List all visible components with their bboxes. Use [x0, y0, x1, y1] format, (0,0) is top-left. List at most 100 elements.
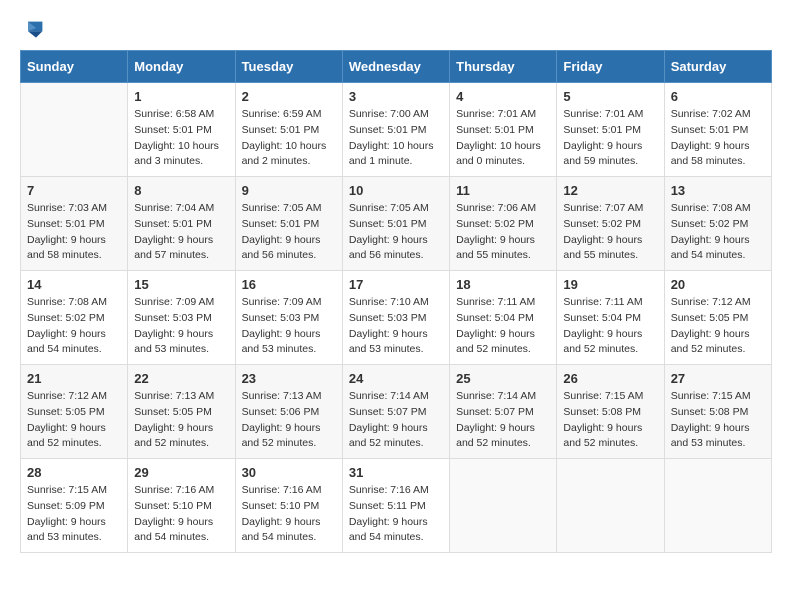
day-number: 21	[27, 371, 121, 386]
day-number: 23	[242, 371, 336, 386]
calendar-cell: 17Sunrise: 7:10 AMSunset: 5:03 PMDayligh…	[342, 271, 449, 365]
day-info: Sunrise: 7:04 AMSunset: 5:01 PMDaylight:…	[134, 201, 228, 264]
calendar-cell: 14Sunrise: 7:08 AMSunset: 5:02 PMDayligh…	[21, 271, 128, 365]
calendar-cell: 29Sunrise: 7:16 AMSunset: 5:10 PMDayligh…	[128, 459, 235, 553]
day-info: Sunrise: 7:11 AMSunset: 5:04 PMDaylight:…	[456, 295, 550, 358]
calendar-cell: 6 Sunrise: 7:02 AMSunset: 5:01 PMDaylight…	[664, 83, 771, 177]
calendar-cell: 26 Sunrise: 7:15 AMSunset: 5:08 PMDayligh…	[557, 365, 664, 459]
day-number: 12	[563, 183, 657, 198]
calendar-cell: 15 Sunrise: 7:09 AMSunset: 5:03 PMDayligh…	[128, 271, 235, 365]
day-number: 15	[134, 277, 228, 292]
calendar-header-row: SundayMondayTuesdayWednesdayThursdayFrid…	[21, 51, 772, 83]
day-number: 9	[242, 183, 336, 198]
day-info: Sunrise: 7:15 AMSunset: 5:09 PMDaylight:…	[27, 483, 121, 546]
column-header-wednesday: Wednesday	[342, 51, 449, 83]
day-info: Sunrise: 7:16 AMSunset: 5:11 PMDaylight:…	[349, 483, 443, 546]
day-info: Sunrise: 7:16 AMSunset: 5:10 PMDaylight:…	[134, 483, 228, 546]
calendar-week-row: 1 Sunrise: 6:58 AMSunset: 5:01 PMDaylight…	[21, 83, 772, 177]
calendar-cell: 30Sunrise: 7:16 AMSunset: 5:10 PMDayligh…	[235, 459, 342, 553]
day-number: 22	[134, 371, 228, 386]
day-number: 8	[134, 183, 228, 198]
column-header-saturday: Saturday	[664, 51, 771, 83]
day-info: Sunrise: 7:01 AMSunset: 5:01 PMDaylight:…	[563, 107, 657, 170]
column-header-thursday: Thursday	[450, 51, 557, 83]
day-info: Sunrise: 7:07 AMSunset: 5:02 PMDaylight:…	[563, 201, 657, 264]
calendar-week-row: 7 Sunrise: 7:03 AMSunset: 5:01 PMDaylight…	[21, 177, 772, 271]
calendar-cell	[450, 459, 557, 553]
day-number: 28	[27, 465, 121, 480]
day-number: 4	[456, 89, 550, 104]
calendar-cell: 13 Sunrise: 7:08 AMSunset: 5:02 PMDayligh…	[664, 177, 771, 271]
day-info: Sunrise: 7:15 AMSunset: 5:08 PMDaylight:…	[671, 389, 765, 452]
calendar-table: SundayMondayTuesdayWednesdayThursdayFrid…	[20, 50, 772, 553]
calendar-cell: 21 Sunrise: 7:12 AMSunset: 5:05 PMDayligh…	[21, 365, 128, 459]
day-info: Sunrise: 7:01 AMSunset: 5:01 PMDaylight:…	[456, 107, 550, 170]
day-number: 31	[349, 465, 443, 480]
calendar-cell: 22 Sunrise: 7:13 AMSunset: 5:05 PMDayligh…	[128, 365, 235, 459]
logo	[20, 20, 48, 40]
day-info: Sunrise: 7:06 AMSunset: 5:02 PMDaylight:…	[456, 201, 550, 264]
day-info: Sunrise: 6:58 AMSunset: 5:01 PMDaylight:…	[134, 107, 228, 170]
day-info: Sunrise: 7:05 AMSunset: 5:01 PMDaylight:…	[242, 201, 336, 264]
day-number: 24	[349, 371, 443, 386]
day-number: 16	[242, 277, 336, 292]
day-info: Sunrise: 6:59 AMSunset: 5:01 PMDaylight:…	[242, 107, 336, 170]
day-number: 14	[27, 277, 121, 292]
calendar-cell: 1 Sunrise: 6:58 AMSunset: 5:01 PMDaylight…	[128, 83, 235, 177]
calendar-cell: 10 Sunrise: 7:05 AMSunset: 5:01 PMDayligh…	[342, 177, 449, 271]
calendar-week-row: 28 Sunrise: 7:15 AMSunset: 5:09 PMDayligh…	[21, 459, 772, 553]
calendar-cell: 9 Sunrise: 7:05 AMSunset: 5:01 PMDaylight…	[235, 177, 342, 271]
calendar-cell	[557, 459, 664, 553]
calendar-cell	[21, 83, 128, 177]
day-number: 11	[456, 183, 550, 198]
day-info: Sunrise: 7:03 AMSunset: 5:01 PMDaylight:…	[27, 201, 121, 264]
day-number: 7	[27, 183, 121, 198]
calendar-cell: 19 Sunrise: 7:11 AMSunset: 5:04 PMDayligh…	[557, 271, 664, 365]
day-number: 17	[349, 277, 443, 292]
day-info: Sunrise: 7:12 AMSunset: 5:05 PMDaylight:…	[671, 295, 765, 358]
day-number: 3	[349, 89, 443, 104]
day-number: 26	[563, 371, 657, 386]
day-number: 1	[134, 89, 228, 104]
day-info: Sunrise: 7:14 AMSunset: 5:07 PMDaylight:…	[456, 389, 550, 452]
day-info: Sunrise: 7:12 AMSunset: 5:05 PMDaylight:…	[27, 389, 121, 452]
calendar-cell: 8 Sunrise: 7:04 AMSunset: 5:01 PMDaylight…	[128, 177, 235, 271]
day-number: 6	[671, 89, 765, 104]
day-info: Sunrise: 7:11 AMSunset: 5:04 PMDaylight:…	[563, 295, 657, 358]
day-info: Sunrise: 7:15 AMSunset: 5:08 PMDaylight:…	[563, 389, 657, 452]
day-number: 27	[671, 371, 765, 386]
day-number: 2	[242, 89, 336, 104]
day-number: 30	[242, 465, 336, 480]
day-number: 5	[563, 89, 657, 104]
calendar-cell: 24 Sunrise: 7:14 AMSunset: 5:07 PMDayligh…	[342, 365, 449, 459]
calendar-cell: 28 Sunrise: 7:15 AMSunset: 5:09 PMDayligh…	[21, 459, 128, 553]
calendar-cell: 4 Sunrise: 7:01 AMSunset: 5:01 PMDaylight…	[450, 83, 557, 177]
day-info: Sunrise: 7:05 AMSunset: 5:01 PMDaylight:…	[349, 201, 443, 264]
day-number: 19	[563, 277, 657, 292]
calendar-cell: 2 Sunrise: 6:59 AMSunset: 5:01 PMDaylight…	[235, 83, 342, 177]
day-info: Sunrise: 7:13 AMSunset: 5:06 PMDaylight:…	[242, 389, 336, 452]
day-number: 13	[671, 183, 765, 198]
day-info: Sunrise: 7:09 AMSunset: 5:03 PMDaylight:…	[134, 295, 228, 358]
page-header	[20, 20, 772, 40]
day-info: Sunrise: 7:13 AMSunset: 5:05 PMDaylight:…	[134, 389, 228, 452]
day-number: 18	[456, 277, 550, 292]
calendar-week-row: 14Sunrise: 7:08 AMSunset: 5:02 PMDayligh…	[21, 271, 772, 365]
column-header-tuesday: Tuesday	[235, 51, 342, 83]
column-header-sunday: Sunday	[21, 51, 128, 83]
day-number: 10	[349, 183, 443, 198]
day-info: Sunrise: 7:14 AMSunset: 5:07 PMDaylight:…	[349, 389, 443, 452]
day-info: Sunrise: 7:02 AMSunset: 5:01 PMDaylight:…	[671, 107, 765, 170]
day-number: 25	[456, 371, 550, 386]
calendar-cell: 3Sunrise: 7:00 AMSunset: 5:01 PMDaylight…	[342, 83, 449, 177]
day-number: 20	[671, 277, 765, 292]
calendar-cell	[664, 459, 771, 553]
calendar-week-row: 21 Sunrise: 7:12 AMSunset: 5:05 PMDayligh…	[21, 365, 772, 459]
calendar-cell: 11 Sunrise: 7:06 AMSunset: 5:02 PMDayligh…	[450, 177, 557, 271]
calendar-cell: 7 Sunrise: 7:03 AMSunset: 5:01 PMDaylight…	[21, 177, 128, 271]
calendar-cell: 25 Sunrise: 7:14 AMSunset: 5:07 PMDayligh…	[450, 365, 557, 459]
column-header-monday: Monday	[128, 51, 235, 83]
logo-icon	[20, 20, 44, 40]
calendar-cell: 20 Sunrise: 7:12 AMSunset: 5:05 PMDayligh…	[664, 271, 771, 365]
day-info: Sunrise: 7:08 AMSunset: 5:02 PMDaylight:…	[671, 201, 765, 264]
